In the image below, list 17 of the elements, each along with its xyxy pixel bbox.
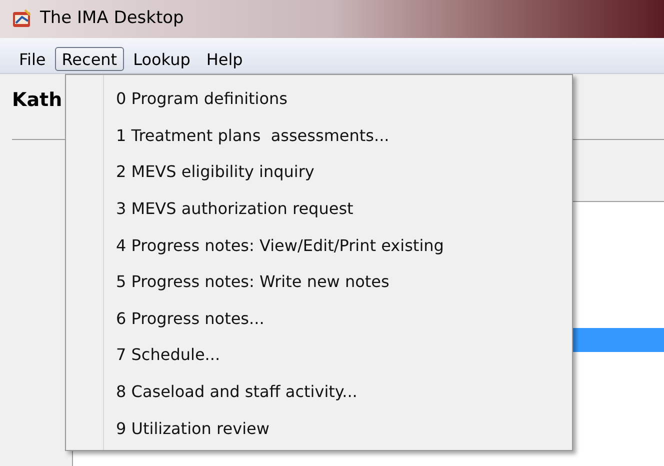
header-name: Kath: [12, 89, 62, 111]
menu-item[interactable]: 5 Progress notes: Write new notes: [116, 264, 444, 301]
menu-item[interactable]: Recent: [54, 47, 124, 71]
menu-item[interactable]: File: [12, 47, 53, 71]
menu-item[interactable]: 8 Caseload and staff activity...: [116, 374, 444, 410]
menu-item[interactable]: Lookup: [126, 47, 198, 71]
menu-item[interactable]: 7 Schedule...: [116, 337, 444, 374]
menu-item[interactable]: 1 Treatment plans assessments...: [116, 118, 444, 154]
menu-item[interactable]: 0 Program definitions: [116, 81, 444, 118]
app-icon: [12, 9, 32, 29]
menu-item[interactable]: 2 MEVS eligibility inquiry: [116, 154, 444, 191]
window-title: The IMA Desktop: [40, 7, 184, 30]
menu-item[interactable]: 3 MEVS authorization request: [116, 190, 444, 228]
menu-item[interactable]: 9 Utilization review: [116, 410, 444, 447]
menu-item[interactable]: Help: [199, 47, 250, 71]
menu-item[interactable]: 4 Progress notes: View/Edit/Print existing: [116, 227, 444, 264]
menu-item[interactable]: 6 Progress notes...: [116, 300, 444, 338]
